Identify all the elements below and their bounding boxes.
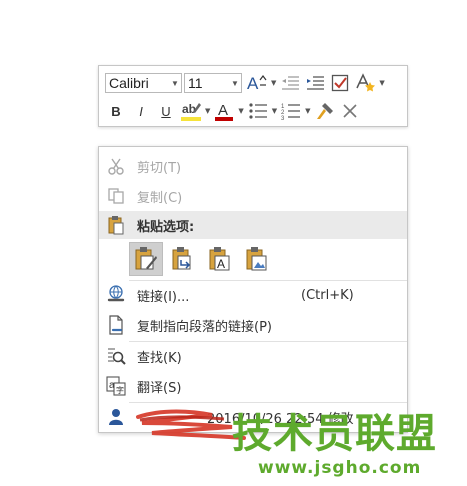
chevron-down-icon[interactable]: ▼: [205, 107, 210, 115]
paste-keep-source-formatting-button[interactable]: [129, 242, 163, 276]
bold-button[interactable]: B: [105, 100, 127, 122]
watermark: 技术员联盟 www.jsgho.com: [232, 412, 457, 478]
font-name-combo[interactable]: Calibri ▼: [105, 73, 182, 93]
chevron-down-icon[interactable]: ▼: [272, 107, 277, 115]
find-icon: [106, 346, 126, 366]
menu-item-label: 链接(I)...: [137, 289, 190, 305]
decrease-indent-button[interactable]: [279, 72, 301, 94]
menu-item-link[interactable]: 链接(I)... (Ctrl+K): [99, 281, 407, 309]
underline-button[interactable]: U: [155, 100, 177, 122]
clipboard-icon: [106, 215, 126, 235]
menu-item-cut[interactable]: 剪切(T): [99, 152, 407, 180]
mini-toolbar-row-1: Calibri ▼ 11 ▼ A ▼ ▼: [105, 71, 388, 95]
svg-text:字: 字: [116, 385, 124, 395]
paste-picture-button[interactable]: [240, 242, 274, 276]
menu-item-shortcut: (Ctrl+K): [301, 287, 354, 303]
bullet-list-icon: [249, 103, 267, 119]
document-link-icon: [106, 315, 126, 335]
bullets-button[interactable]: [247, 100, 269, 122]
paste-text-icon: A: [209, 247, 230, 271]
styles-button[interactable]: [354, 72, 376, 94]
font-size-value: 11: [188, 75, 203, 91]
font-color-icon: A: [215, 102, 234, 121]
menu-item-label: 翻译(S): [137, 380, 182, 396]
menu-item-paste-options: 粘贴选项:: [99, 211, 407, 239]
font-size-combo[interactable]: 11 ▼: [184, 73, 242, 93]
menu-item-label: 剪切(T): [137, 160, 182, 176]
grow-font-icon: A: [247, 74, 267, 93]
checkbox-button[interactable]: [329, 72, 351, 94]
mini-toolbar-row-2: B I U ab ▼ A ▼ ▼ 1 2 3 ▼: [105, 99, 364, 123]
clear-formatting-button[interactable]: [339, 100, 361, 122]
numbered-list-icon: 1 2 3: [281, 104, 301, 120]
highlight-button[interactable]: ab: [180, 100, 202, 122]
chevron-down-icon[interactable]: ▼: [305, 107, 310, 115]
menu-item-label: 复制(C): [137, 190, 183, 206]
paste-text-only-button[interactable]: A: [203, 242, 237, 276]
increase-indent-icon: [307, 76, 325, 90]
svg-text:A: A: [247, 74, 259, 93]
mini-toolbar: Calibri ▼ 11 ▼ A ▼ ▼ B I U ab ▼ A ▼ ▼ 1 …: [98, 65, 408, 127]
font-color-bar: [215, 117, 234, 121]
font-color-button[interactable]: A: [213, 100, 235, 122]
svg-text:A: A: [218, 102, 228, 119]
numbering-button[interactable]: 1 2 3: [280, 100, 302, 122]
chevron-down-icon: ▼: [231, 78, 239, 88]
highlight-color-bar: [181, 117, 201, 121]
link-icon: [106, 285, 126, 305]
chevron-down-icon: ▼: [171, 78, 179, 88]
grow-font-button[interactable]: A: [246, 72, 268, 94]
paste-options-row: A: [129, 242, 277, 278]
menu-item-label: 粘贴选项:: [137, 219, 195, 235]
highlighter-icon: ab: [181, 102, 201, 121]
chevron-down-icon[interactable]: ▼: [379, 79, 384, 87]
checkbox-icon: [332, 74, 349, 92]
chevron-down-icon[interactable]: ▼: [271, 79, 276, 87]
context-menu: 剪切(T) 复制(C) 粘贴选项: A 链接(I)... (Ctrl+K) 复制…: [98, 146, 408, 433]
italic-button[interactable]: I: [130, 100, 152, 122]
person-icon: [106, 407, 126, 427]
copy-icon: [106, 186, 126, 206]
menu-item-label: 查找(K): [137, 350, 182, 366]
menu-item-translate[interactable]: a 字 翻译(S): [99, 372, 407, 400]
paste-picture-icon: [246, 247, 267, 271]
paste-merge-icon: [172, 247, 191, 270]
decrease-indent-icon: [282, 76, 300, 90]
paste-keep-formatting-icon: [135, 247, 157, 270]
chevron-down-icon[interactable]: ▼: [238, 107, 243, 115]
format-painter-button[interactable]: [314, 100, 336, 122]
paste-merge-formatting-button[interactable]: [166, 242, 200, 276]
format-painter-icon: [316, 103, 333, 119]
watermark-url: www.jsgho.com: [258, 458, 422, 478]
menu-item-copy-paragraph-link[interactable]: 复制指向段落的链接(P): [99, 311, 407, 339]
font-name-value: Calibri: [109, 75, 149, 91]
scissors-icon: [106, 156, 126, 176]
menu-item-label: 复制指向段落的链接(P): [137, 319, 272, 335]
watermark-title: 技术员联盟: [232, 411, 437, 457]
increase-indent-button[interactable]: [304, 72, 326, 94]
svg-text:3: 3: [281, 116, 285, 120]
svg-text:ab: ab: [182, 102, 196, 116]
clear-formatting-icon: [342, 104, 357, 118]
translate-icon: a 字: [106, 376, 126, 396]
menu-item-find[interactable]: 查找(K): [99, 342, 407, 370]
styles-icon: [356, 73, 376, 92]
menu-item-copy[interactable]: 复制(C): [99, 182, 407, 210]
svg-text:A: A: [217, 257, 225, 271]
